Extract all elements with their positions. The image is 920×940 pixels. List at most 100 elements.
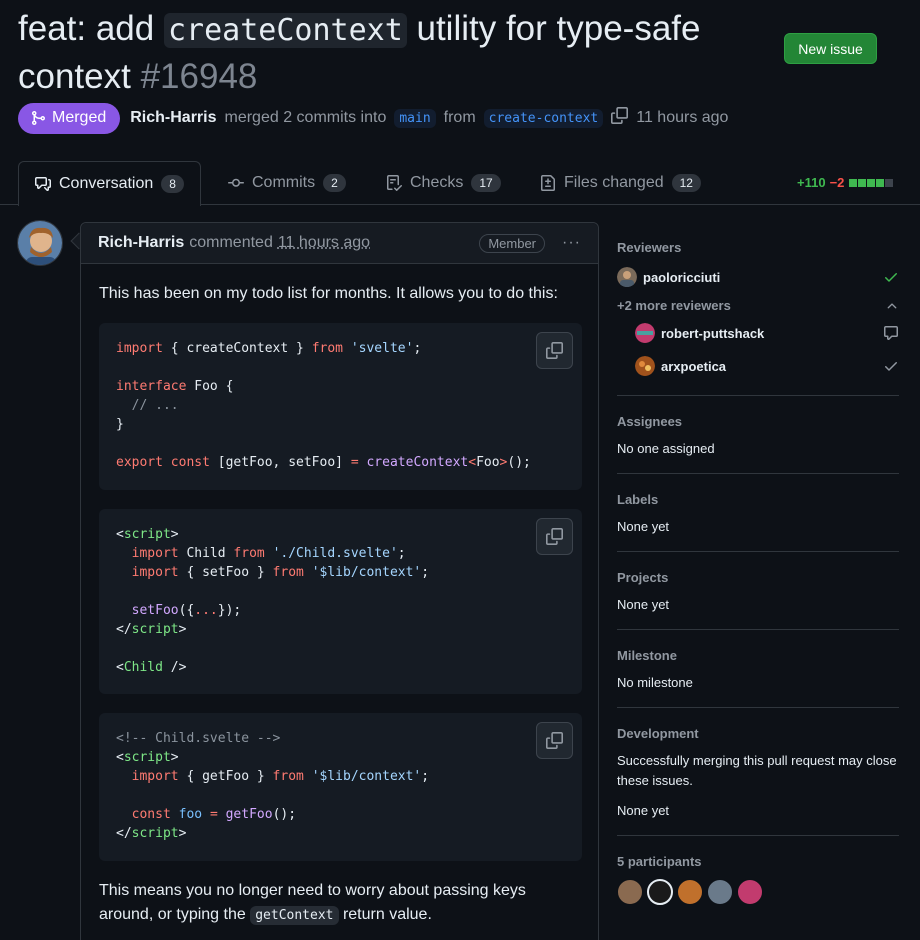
pr-tabs: Conversation 8 Commits 2 Checks 17 Files… bbox=[0, 161, 920, 206]
inline-code: getContext bbox=[250, 906, 339, 925]
diffstat-additions: +110 bbox=[797, 175, 826, 190]
tab-count: 8 bbox=[161, 175, 184, 193]
development-title[interactable]: Development bbox=[617, 726, 899, 741]
comment-outro-text: This means you no longer need to worry a… bbox=[99, 879, 569, 928]
pr-number: #16948 bbox=[140, 57, 258, 96]
comment-header: Rich-Harris commented 11 hours ago Membe… bbox=[81, 223, 598, 264]
development-text: Successfully merging this pull request m… bbox=[617, 753, 897, 788]
pr-sidebar: Reviewers paoloricciuti +2 more reviewer… bbox=[617, 222, 899, 919]
labels-value: None yet bbox=[617, 519, 670, 534]
code-block-2: <script> import Child from './Child.svel… bbox=[99, 509, 582, 694]
assignees-section: Assignees No one assigned bbox=[617, 396, 899, 474]
pr-title: feat: add createContext utility for type… bbox=[18, 6, 778, 100]
copy-code-button[interactable] bbox=[536, 518, 573, 555]
comment-icon bbox=[884, 326, 898, 340]
reviewers-section: Reviewers paoloricciuti +2 more reviewer… bbox=[617, 222, 899, 396]
reviewer-avatar bbox=[617, 267, 637, 287]
copy-branch-icon[interactable] bbox=[611, 107, 629, 129]
merged-state-label: Merged bbox=[52, 109, 107, 126]
participant-avatar[interactable] bbox=[617, 879, 643, 905]
author-avatar[interactable] bbox=[17, 220, 63, 266]
code-block-2-content: <script> import Child from './Child.svel… bbox=[116, 527, 430, 675]
more-reviewers-toggle[interactable]: +2 more reviewers bbox=[617, 298, 899, 313]
diffstat-bar bbox=[848, 175, 894, 190]
participant-avatar[interactable] bbox=[677, 879, 703, 905]
development-section: Development Successfully merging this pu… bbox=[617, 708, 899, 836]
diffstat-deletions: −2 bbox=[829, 175, 845, 190]
more-reviewers-label: +2 more reviewers bbox=[617, 298, 731, 313]
comment-author-link[interactable]: Rich-Harris bbox=[98, 234, 184, 252]
kebab-menu-icon[interactable]: ··· bbox=[562, 234, 581, 252]
reviewer-row[interactable]: paoloricciuti bbox=[617, 265, 899, 289]
git-commit-icon bbox=[228, 178, 244, 187]
outro-text-end: return value. bbox=[338, 906, 432, 923]
pr-author-link[interactable]: Rich-Harris bbox=[130, 109, 216, 127]
participants-title: 5 participants bbox=[617, 854, 702, 869]
participant-avatar[interactable] bbox=[737, 879, 763, 905]
assignees-value: No one assigned bbox=[617, 441, 715, 456]
development-value: None yet bbox=[617, 803, 670, 818]
pr-description-comment: Rich-Harris commented 11 hours ago Membe… bbox=[80, 222, 599, 940]
milestone-value: No milestone bbox=[617, 675, 693, 690]
copy-icon bbox=[546, 528, 563, 545]
base-branch[interactable]: main bbox=[394, 108, 436, 128]
merged-state-badge: Merged bbox=[18, 102, 121, 134]
participants-section: 5 participants bbox=[617, 836, 899, 919]
reviewer-name: paoloricciuti bbox=[643, 269, 721, 285]
from-text: from bbox=[443, 109, 476, 126]
comment-intro-text: This has been on my todo list for months… bbox=[99, 285, 558, 302]
reviewer-name: robert-puttshack bbox=[661, 325, 765, 341]
projects-title[interactable]: Projects bbox=[617, 570, 899, 585]
tab-files-changed[interactable]: Files changed 12 bbox=[540, 161, 701, 205]
tab-label: Checks bbox=[410, 174, 464, 191]
tab-conversation[interactable]: Conversation 8 bbox=[18, 161, 201, 206]
reviewer-name: arxpoetica bbox=[661, 358, 727, 374]
code-block-1-content: import { createContext } from 'svelte'; … bbox=[116, 341, 531, 470]
pr-title-text: feat: add bbox=[18, 9, 164, 48]
reviewers-title[interactable]: Reviewers bbox=[617, 240, 899, 255]
code-block-1: import { createContext } from 'svelte'; … bbox=[99, 323, 582, 490]
merge-text: merged 2 commits into bbox=[224, 109, 387, 126]
merge-time: 11 hours ago bbox=[636, 109, 729, 126]
labels-title[interactable]: Labels bbox=[617, 492, 899, 507]
pr-meta: Merged Rich-Harris merged 2 commits into… bbox=[18, 102, 728, 134]
tab-count: 12 bbox=[671, 174, 701, 192]
new-issue-button[interactable]: New issue bbox=[784, 33, 877, 64]
projects-value: None yet bbox=[617, 597, 670, 612]
tab-commits[interactable]: Commits 2 bbox=[228, 161, 346, 205]
tab-label: Commits bbox=[252, 174, 316, 191]
reviewer-avatar bbox=[635, 323, 655, 343]
assignees-title[interactable]: Assignees bbox=[617, 414, 899, 429]
comment-timestamp-link[interactable]: 11 hours ago bbox=[278, 234, 370, 252]
file-diff-icon bbox=[541, 175, 555, 191]
check-icon bbox=[885, 362, 897, 371]
copy-code-button[interactable] bbox=[536, 332, 573, 369]
head-branch[interactable]: create-context bbox=[483, 108, 604, 128]
member-badge: Member bbox=[479, 233, 546, 253]
tab-checks[interactable]: Checks 17 bbox=[386, 161, 501, 205]
checklist-icon bbox=[387, 175, 402, 191]
comment-discussion-icon bbox=[35, 177, 51, 191]
milestone-section: Milestone No milestone bbox=[617, 630, 899, 708]
participant-avatar[interactable] bbox=[647, 879, 673, 905]
chevron-up-icon bbox=[887, 302, 897, 308]
reviewer-row[interactable]: arxpoetica bbox=[617, 354, 899, 378]
participant-avatar[interactable] bbox=[707, 879, 733, 905]
comment-action: commented bbox=[189, 234, 273, 251]
copy-code-button[interactable] bbox=[536, 722, 573, 759]
tab-label: Files changed bbox=[564, 174, 664, 191]
copy-icon bbox=[546, 342, 563, 359]
check-icon bbox=[885, 273, 897, 282]
diffstat: +110 −2 bbox=[797, 175, 894, 190]
reviewer-row[interactable]: robert-puttshack bbox=[617, 321, 899, 345]
projects-section: Projects None yet bbox=[617, 552, 899, 630]
labels-section: Labels None yet bbox=[617, 474, 899, 552]
code-block-3-content: <!-- Child.svelte --> <script> import { … bbox=[116, 731, 430, 841]
milestone-title[interactable]: Milestone bbox=[617, 648, 899, 663]
tab-count: 17 bbox=[471, 174, 501, 192]
tab-count: 2 bbox=[323, 174, 346, 192]
code-block-3: <!-- Child.svelte --> <script> import { … bbox=[99, 713, 582, 861]
git-merge-icon bbox=[32, 111, 46, 125]
participants-avatars bbox=[617, 879, 899, 905]
tab-label: Conversation bbox=[59, 175, 154, 192]
